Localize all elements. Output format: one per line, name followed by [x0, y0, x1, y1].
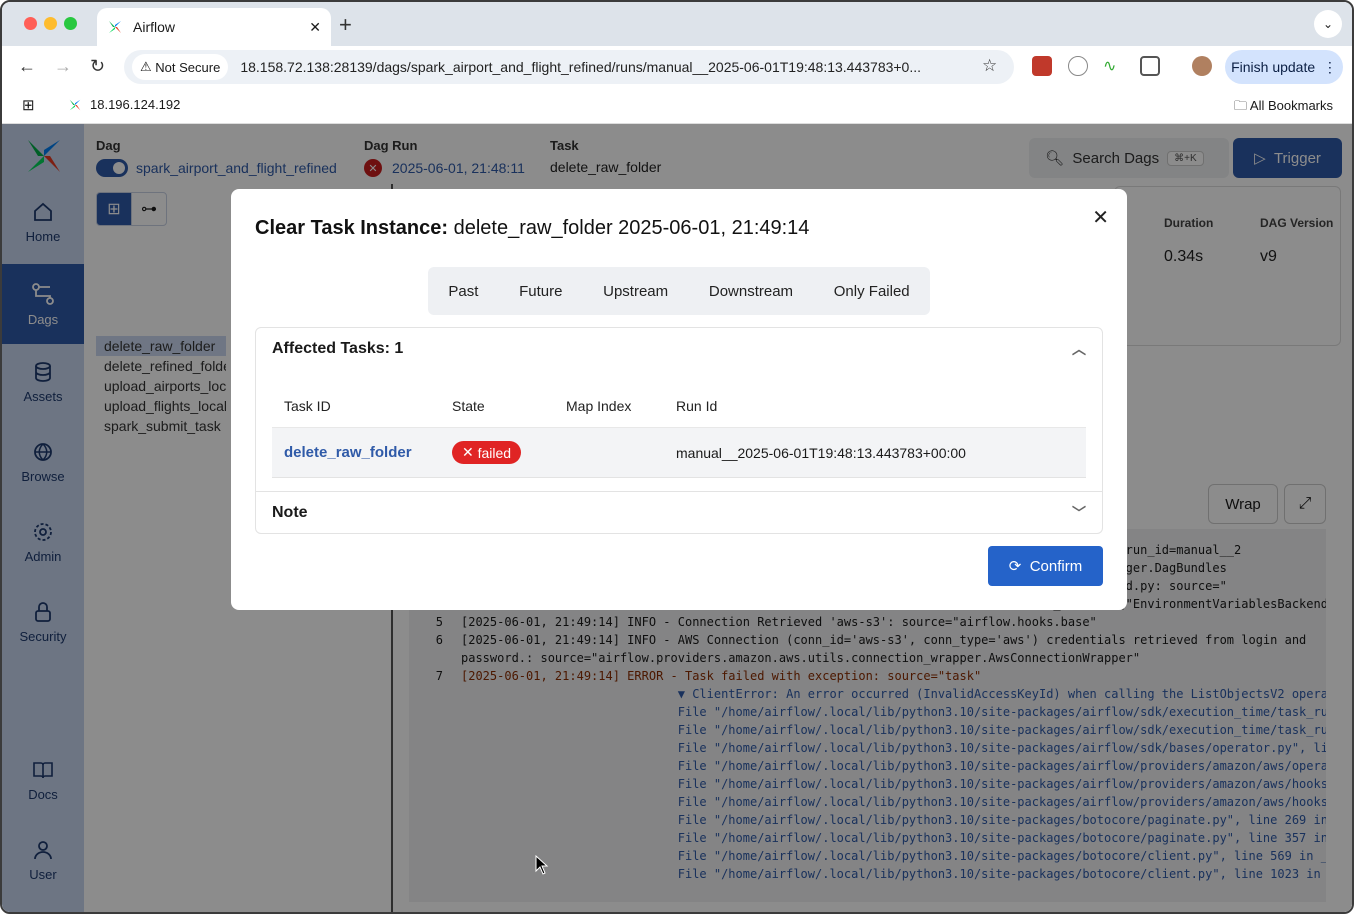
browser-tab[interactable]: Airflow ✕ [97, 8, 331, 46]
bookmarks-bar: ⊞ 18.196.124.192 🗀 All Bookmarks [2, 88, 1352, 124]
browser-window: Airflow ✕ + ⌄ ← → ↻ ⚠ Not Secure 18.158.… [0, 0, 1354, 914]
forward-icon[interactable]: → [54, 56, 72, 77]
affected-tasks-section: Affected Tasks: 1 ︿ Task ID State Map Ind… [255, 327, 1103, 492]
close-tab-icon[interactable]: ✕ [309, 19, 321, 36]
task-id-link[interactable]: delete_raw_folder [272, 444, 452, 461]
downstream-option[interactable]: Downstream [709, 283, 793, 300]
minimize-window-button[interactable] [44, 17, 57, 30]
chevron-down-icon: ﹀ [1072, 505, 1086, 521]
apps-grid-icon[interactable]: ⊞ [22, 96, 35, 114]
modal-title: Clear Task Instance: delete_raw_folder 2… [255, 217, 809, 240]
browser-toolbar: ← → ↻ ⚠ Not Secure 18.158.72.138:28139/d… [2, 46, 1352, 88]
column-header: Map Index [566, 397, 632, 414]
modal-title-task: delete_raw_folder 2025-06-01, 21:49:14 [448, 217, 810, 239]
note-header[interactable]: Note ﹀ [256, 492, 1102, 534]
airflow-bookmark-icon [69, 99, 81, 110]
status-badge: ✕ failed [452, 441, 522, 464]
tab-title: Airflow [133, 19, 176, 35]
security-label: Not Secure [155, 59, 221, 75]
future-option[interactable]: Future [519, 283, 562, 300]
table-row: delete_raw_folder ✕ failed manual__2025-… [272, 428, 1086, 478]
refresh-icon: ⟳ [1008, 558, 1022, 575]
confirm-button[interactable]: ⟳ Confirm [988, 546, 1103, 586]
bookmark-label: 18.196.124.192 [90, 97, 181, 112]
back-icon[interactable]: ← [18, 56, 36, 77]
column-header: Run Id [676, 397, 718, 414]
modal-title-prefix: Clear Task Instance: [255, 217, 449, 239]
all-bookmarks[interactable]: 🗀 All Bookmarks [1234, 97, 1333, 119]
status-badge-label: failed [477, 444, 512, 461]
upstream-option[interactable]: Upstream [603, 283, 668, 300]
column-header: State [452, 397, 485, 414]
finish-update-label: Finish update [1231, 59, 1316, 75]
zoom-window-button[interactable] [64, 17, 77, 30]
extensions-puzzle-icon[interactable] [1140, 56, 1160, 76]
table-header: Task ID State Map Index Run Id [272, 384, 1086, 428]
bookmark-star-icon[interactable]: ☆ [982, 56, 997, 76]
security-chip[interactable]: ⚠ Not Secure [132, 54, 229, 80]
x-icon: ✕ [462, 444, 474, 460]
all-bookmarks-label: All Bookmarks [1249, 98, 1333, 113]
airflow-favicon-icon [109, 21, 121, 33]
extension-icon[interactable] [1068, 56, 1088, 76]
column-header: Task ID [284, 397, 331, 414]
extension-icon[interactable]: ∿ [1103, 56, 1123, 76]
profile-avatar[interactable] [1192, 56, 1212, 76]
folder-icon: 🗀 [1234, 98, 1248, 113]
warning-icon: ⚠ [140, 59, 152, 74]
clear-options: Past Future Upstream Downstream Only Fai… [428, 267, 930, 315]
affected-tasks-label: Affected Tasks: 1 [272, 340, 404, 357]
mouse-cursor-icon [535, 855, 549, 875]
extension-icon[interactable] [1032, 56, 1052, 76]
note-section: Note ﹀ [255, 492, 1103, 534]
chevron-up-icon: ︿ [1072, 341, 1086, 357]
confirm-label: Confirm [1029, 557, 1083, 575]
new-tab-button[interactable]: + [339, 12, 352, 38]
reload-icon[interactable]: ↻ [90, 56, 105, 77]
finish-update-button[interactable]: Finish update ⋮ [1225, 50, 1343, 84]
clear-task-modal: Clear Task Instance: delete_raw_folder 2… [231, 189, 1127, 610]
affected-tasks-header[interactable]: Affected Tasks: 1 ︿ [256, 328, 1102, 370]
url-text: 18.158.72.138:28139/dags/spark_airport_a… [240, 59, 922, 75]
past-option[interactable]: Past [448, 283, 478, 300]
close-icon[interactable]: ✕ [1092, 205, 1109, 230]
only-failed-option[interactable]: Only Failed [834, 283, 910, 300]
tab-search-button[interactable]: ⌄ [1314, 10, 1342, 38]
tab-bar: Airflow ✕ + ⌄ [2, 2, 1352, 46]
address-bar[interactable]: ⚠ Not Secure 18.158.72.138:28139/dags/sp… [124, 50, 1014, 84]
close-window-button[interactable] [24, 17, 37, 30]
run-id-cell: manual__2025-06-01T19:48:13.443783+00:00 [676, 444, 966, 461]
note-label: Note [272, 504, 308, 521]
bookmark-item[interactable]: 18.196.124.192 [68, 97, 180, 112]
affected-tasks-table: Task ID State Map Index Run Id delete_ra… [272, 384, 1086, 478]
